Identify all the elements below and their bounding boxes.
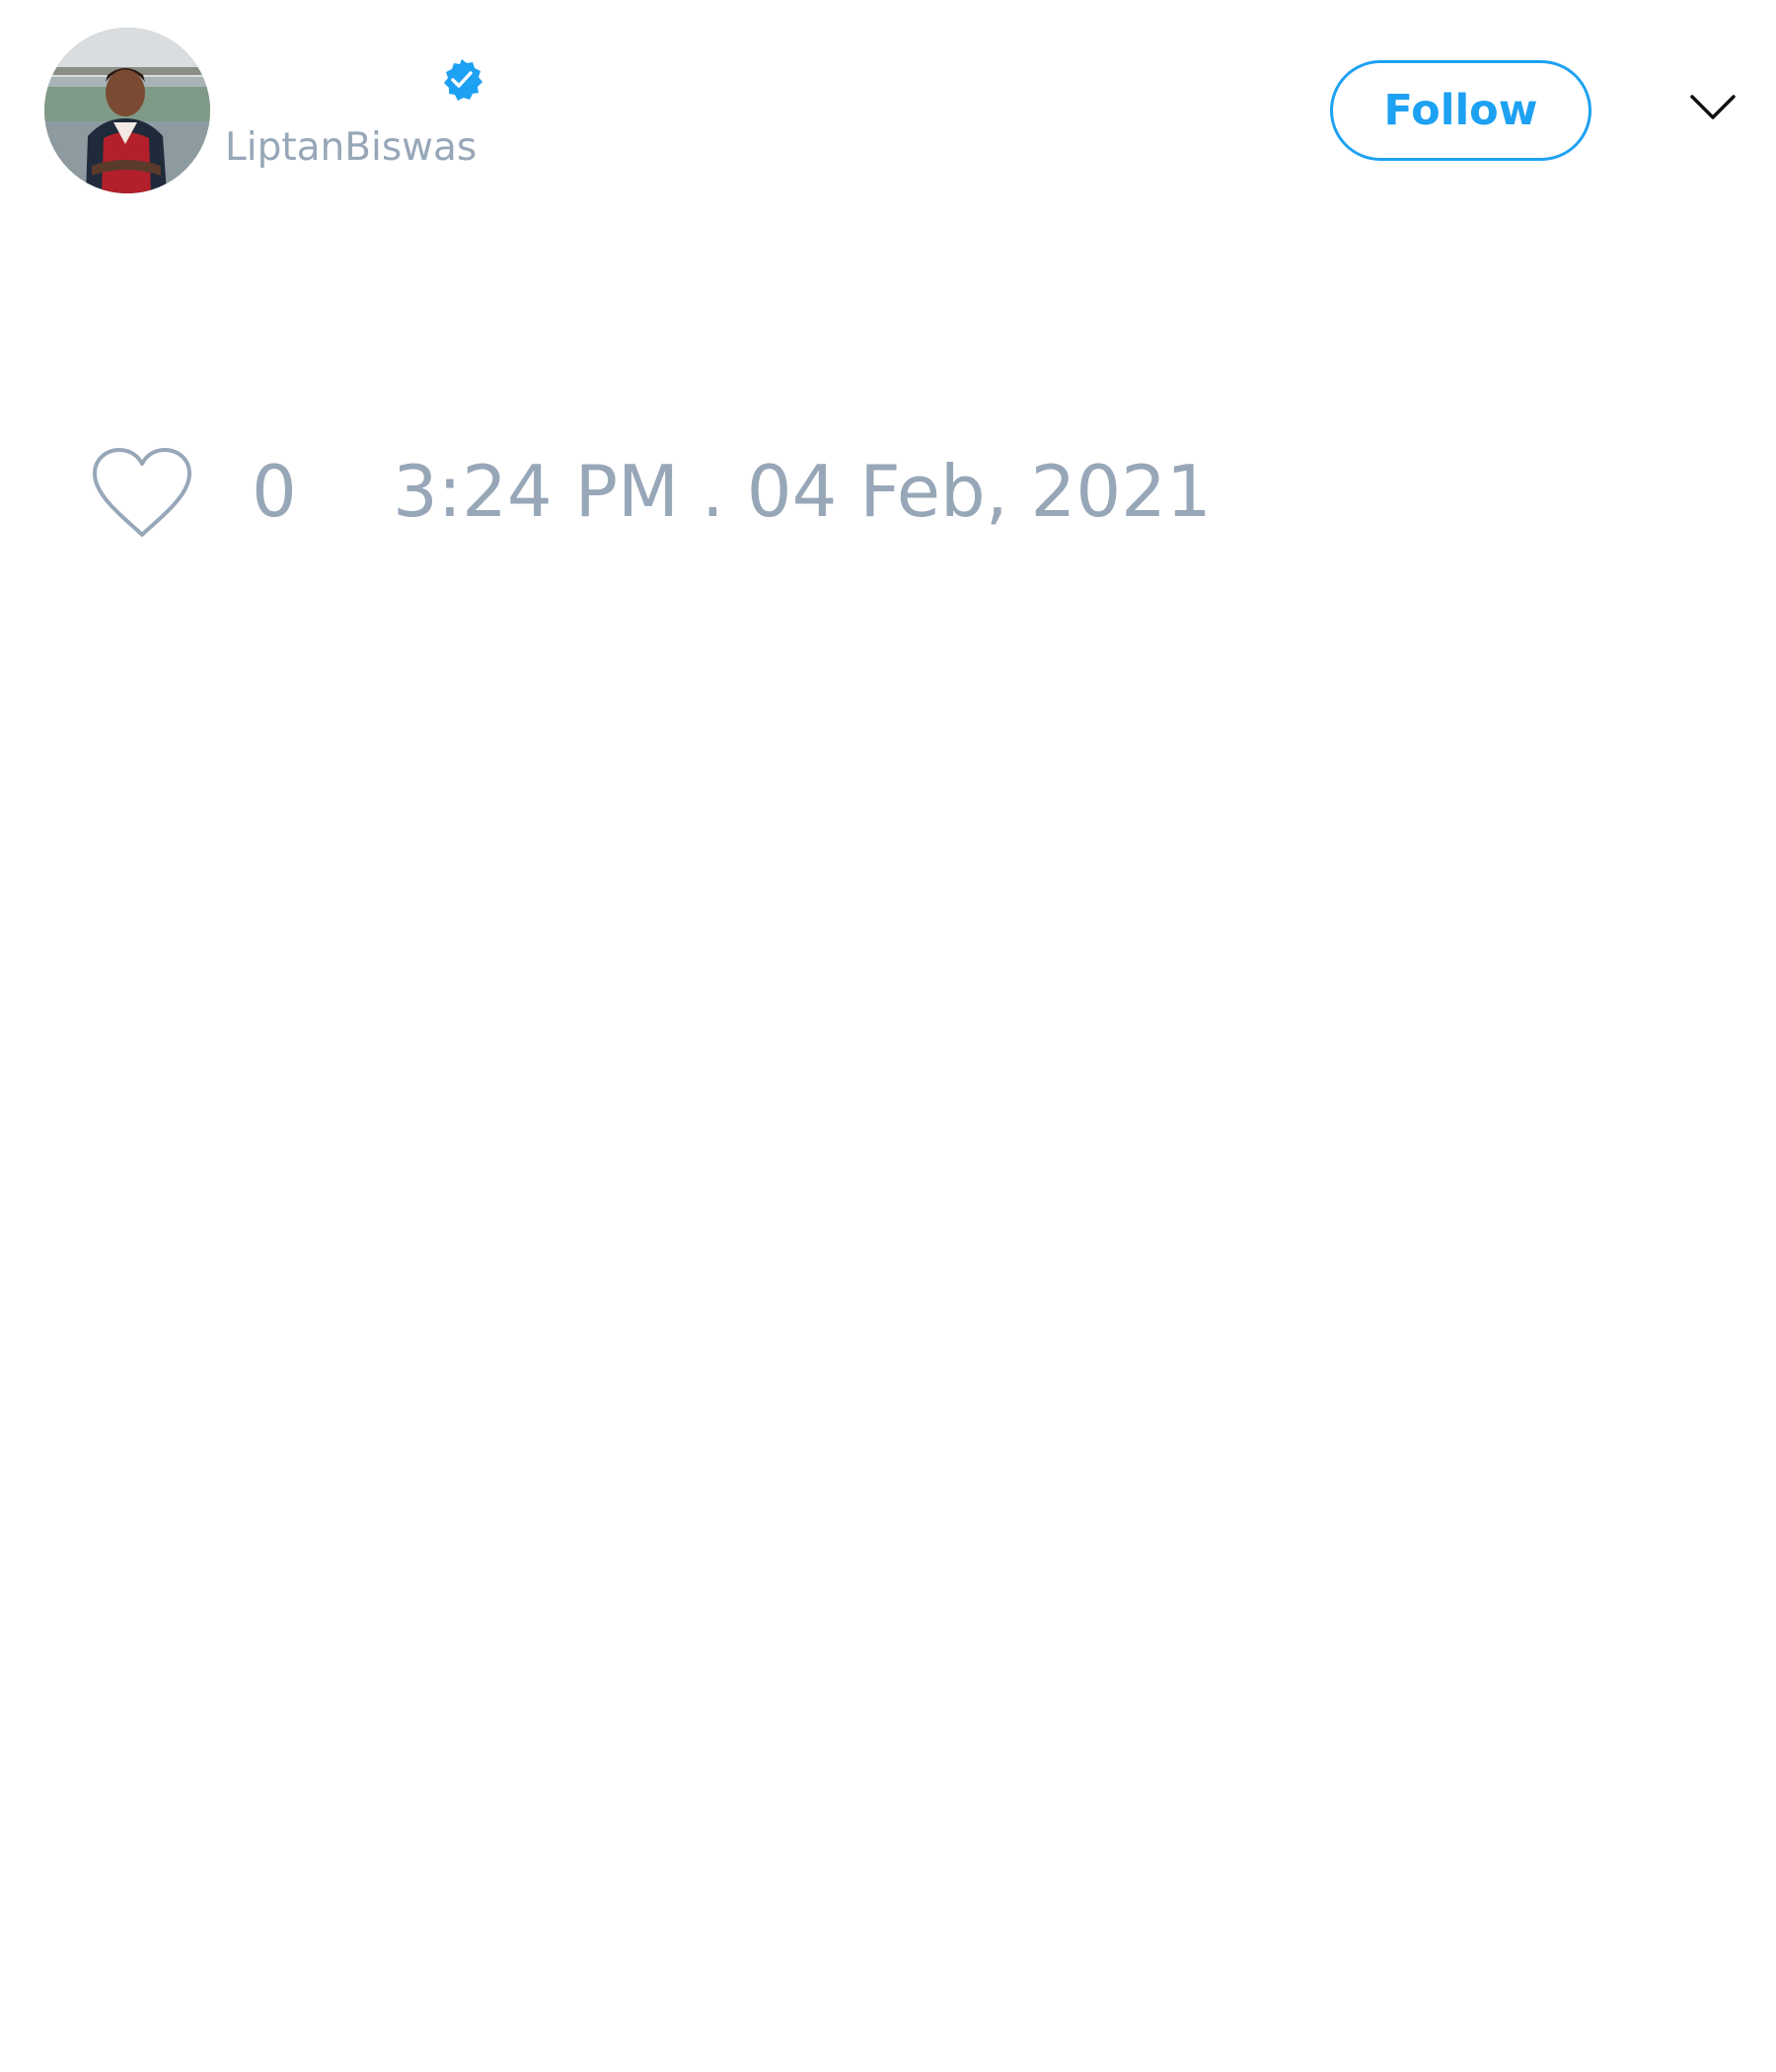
tweet-timestamp[interactable]: 3:24 PM . 04 Feb, 2021 bbox=[393, 456, 1212, 527]
author-handle[interactable]: LiptanBiswas bbox=[225, 128, 477, 167]
follow-button[interactable]: Follow bbox=[1330, 60, 1591, 161]
avatar-photo bbox=[44, 28, 210, 193]
like-count: 0 bbox=[252, 450, 297, 533]
tweet-embed: LiptanBiswas Follow 0 3:24 PM . 04 Feb, … bbox=[0, 0, 1776, 2072]
avatar[interactable] bbox=[44, 28, 210, 193]
chevron-down-icon[interactable] bbox=[1689, 91, 1737, 122]
verified-badge-icon bbox=[444, 59, 482, 101]
heart-outline-icon[interactable] bbox=[89, 446, 195, 541]
